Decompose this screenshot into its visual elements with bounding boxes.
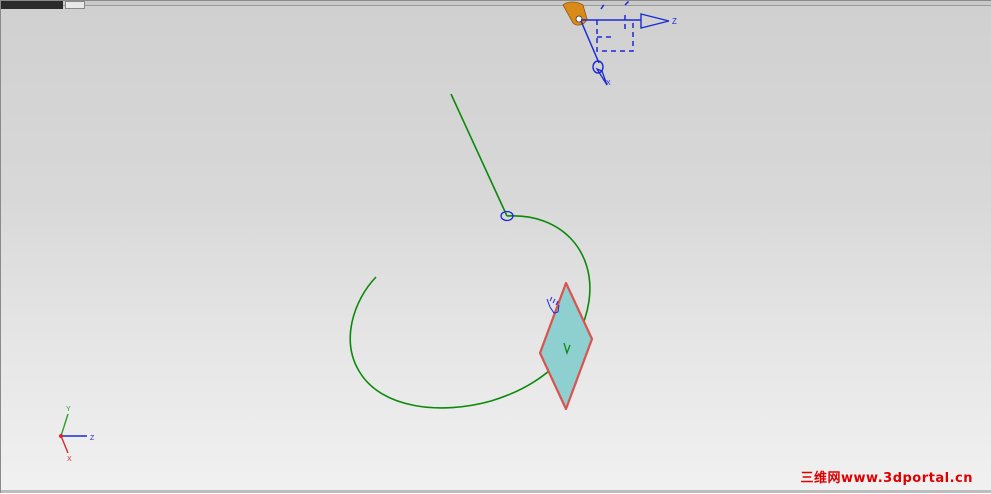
triad-z-label: Z: [90, 435, 95, 442]
orange-drag-handle-icon[interactable]: [562, 1, 588, 26]
triad-y-axis: [60, 413, 69, 437]
csys-z-arrow-icon[interactable]: [640, 13, 670, 29]
view-triad: Y Z X: [59, 406, 95, 463]
triad-x-label: X: [67, 456, 72, 463]
graphics-window[interactable]: Z X Y Z X 三维网www.3dportal.cn: [0, 0, 991, 493]
site-watermark: 三维网www.3dportal.cn: [800, 471, 973, 486]
csys-z-label: Z: [672, 17, 677, 26]
triad-x-axis: [60, 435, 69, 454]
model-scene[interactable]: Z X Y Z X: [1, 1, 991, 494]
csys-dashed-lines: [597, 1, 630, 38]
line-segment[interactable]: [450, 93, 508, 217]
dynamic-csys[interactable]: Z X: [562, 1, 677, 87]
triad-y-label: Y: [66, 406, 71, 413]
csys-dashed-box: [596, 20, 634, 52]
csys-x-label: X: [606, 80, 611, 87]
triad-origin: [59, 434, 63, 438]
